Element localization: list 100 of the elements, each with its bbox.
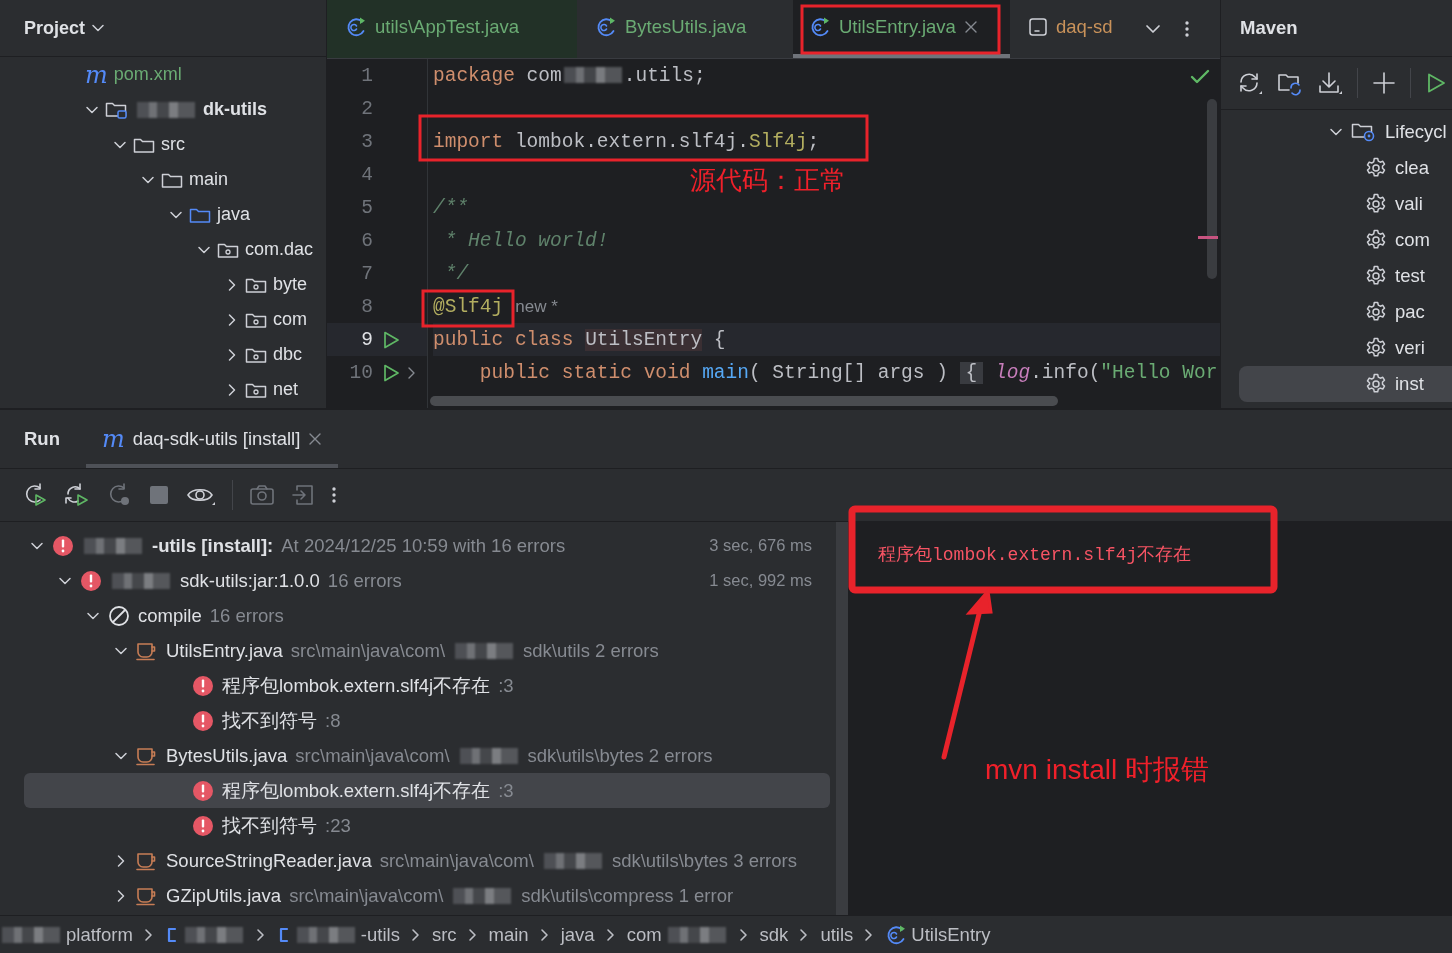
editor-tab[interactable]: utils\AppTest.java — [327, 0, 577, 58]
error-icon — [192, 779, 214, 802]
tree-item[interactable]: sdk-utils:jar:1.0.0 16 errors 1 sec, 992 ms — [24, 563, 830, 598]
breadcrumb[interactable]: src — [431, 924, 457, 946]
run-icon[interactable] — [1425, 72, 1447, 94]
gear-icon — [1365, 229, 1387, 251]
line-number: 6 — [360, 229, 373, 252]
tree-item[interactable]: compile 16 errors — [24, 598, 830, 633]
tree-item[interactable]: dbc — [0, 337, 326, 372]
panel-title: Project — [24, 17, 86, 39]
cup-icon — [136, 640, 158, 661]
tree-item[interactable]: dk-utils — [0, 92, 326, 127]
code-line: public static void main( String[] args ) { log.info("Hello Wor — [478, 361, 1218, 384]
gear-icon — [1365, 193, 1387, 215]
gear-icon — [1365, 157, 1387, 179]
tree-item[interactable]: com.dac — [0, 232, 326, 267]
checkmark-icon — [1190, 69, 1210, 85]
pixelated-redaction — [543, 852, 602, 869]
run-icon[interactable] — [381, 362, 401, 383]
tree-item[interactable]: 找不到符号 :8 — [24, 703, 830, 738]
class-icon — [345, 16, 367, 38]
add-icon[interactable] — [1372, 71, 1396, 95]
close-icon[interactable] — [308, 432, 323, 446]
editor-tab[interactable]: daq-sd — [1010, 0, 1132, 58]
breadcrumb[interactable]: java — [560, 924, 595, 946]
cup-icon — [136, 885, 158, 906]
duration-text: 1 sec, 992 ms — [709, 571, 812, 590]
exit-icon[interactable] — [291, 483, 315, 507]
pixelated-redaction — [455, 642, 514, 659]
tree-item[interactable]: com — [1239, 222, 1452, 258]
tree-item[interactable]: vali — [1239, 186, 1452, 222]
code-line: /** — [433, 196, 469, 219]
gear-icon — [1365, 337, 1387, 359]
chevron-right-icon — [142, 928, 155, 942]
pixelated-redaction — [563, 67, 622, 84]
tree-item[interactable]: GZipUtils.java src\main\java\com\ sdk\utils\compress 1 error — [24, 878, 830, 913]
tree-item[interactable]: inst — [1239, 366, 1452, 402]
annotation-text: mvn install 时报错 — [985, 753, 1210, 787]
breadcrumb[interactable]: utils — [820, 924, 854, 946]
error-icon — [192, 709, 214, 732]
tree-item[interactable]: m pom.xml — [0, 57, 326, 92]
pixelated-redaction — [84, 537, 142, 554]
tree-item[interactable]: com — [0, 302, 326, 337]
tree-item[interactable]: veri — [1239, 330, 1452, 366]
close-tab-icon[interactable] — [963, 20, 978, 34]
tree-item[interactable]: 程序包lombok.extern.slf4j不存在 :3 — [24, 773, 830, 808]
tree-item[interactable]: byte — [0, 267, 326, 302]
line-number: 10 — [348, 361, 373, 384]
breadcrumb[interactable]: com — [626, 924, 728, 946]
breadcrumb[interactable]: UtilsEntry — [885, 924, 991, 946]
tree-item[interactable]: SourceStringReader.java src\main\java\com\ sdk\utils\bytes 3 errors — [24, 843, 830, 878]
panel-title: Maven — [1240, 17, 1298, 39]
pixelated-redaction — [112, 572, 170, 589]
class-icon — [809, 16, 831, 38]
gear-icon — [1365, 373, 1387, 395]
code-line: public class UtilsEntry { — [433, 328, 726, 351]
breadcrumb[interactable]: sdk — [759, 924, 789, 946]
editor-tab[interactable]: BytesUtils.java — [577, 0, 793, 58]
tree-item[interactable]: java — [0, 197, 326, 232]
folder-gear-icon — [1351, 121, 1377, 143]
rerun-failed-icon[interactable] — [64, 482, 90, 508]
line-number: 4 — [360, 163, 373, 186]
class-icon — [595, 16, 617, 38]
camera-icon[interactable] — [249, 483, 275, 507]
chevron-right-icon — [538, 928, 551, 942]
tree-item[interactable]: -utils [install]: At 2024/12/25 10:59 with 16 errors 3 sec, 676 ms — [24, 528, 830, 563]
tree-item[interactable]: Lifecycl — [1239, 114, 1452, 150]
stop-icon[interactable] — [148, 484, 170, 506]
console-output: 程序包lombok.extern.slf4j不存在 — [878, 545, 1192, 565]
tree-item[interactable]: BytesUtils.java src\main\java\com\ sdk\utils\bytes 2 errors — [24, 738, 830, 773]
more-icon[interactable] — [331, 485, 337, 505]
error-icon — [192, 674, 214, 697]
more-icon[interactable] — [1184, 19, 1190, 39]
tree-item[interactable]: UtilsEntry.java src\main\java\com\ sdk\utils 2 errors — [24, 633, 830, 668]
chevron-right-icon — [604, 928, 617, 942]
tree-item[interactable]: 程序包lombok.extern.slf4j不存在 :3 — [24, 668, 830, 703]
line-number: 3 — [360, 130, 373, 153]
tree-item[interactable]: pac — [1239, 294, 1452, 330]
code-line: */ — [443, 262, 469, 285]
tree-item[interactable]: main — [0, 162, 326, 197]
pixelated-redaction — [459, 747, 518, 764]
run-icon[interactable] — [381, 329, 401, 350]
breadcrumb[interactable]: -utils — [276, 924, 400, 946]
line-number: 1 — [360, 64, 373, 87]
reload-icon[interactable] — [1237, 70, 1263, 96]
line-number: 2 — [360, 97, 373, 120]
cup-icon — [136, 850, 158, 871]
breadcrumb[interactable]: main — [488, 924, 529, 946]
line-number: 7 — [360, 262, 373, 285]
fold-chevron-icon[interactable] — [407, 365, 417, 380]
tree-item[interactable]: net — [0, 372, 326, 407]
chevron-right-icon — [409, 928, 422, 942]
download-icon[interactable] — [1317, 70, 1343, 96]
tree-item[interactable]: clea — [1239, 150, 1452, 186]
tree-item[interactable]: src — [0, 127, 326, 162]
tree-item[interactable]: 找不到符号 :23 — [24, 808, 830, 843]
tree-item[interactable]: test — [1239, 258, 1452, 294]
maven-icon: m — [101, 427, 125, 451]
run-tab[interactable]: m daq-sdk-utils [install] — [85, 410, 339, 468]
breadcrumb[interactable]: platform — [0, 924, 133, 946]
